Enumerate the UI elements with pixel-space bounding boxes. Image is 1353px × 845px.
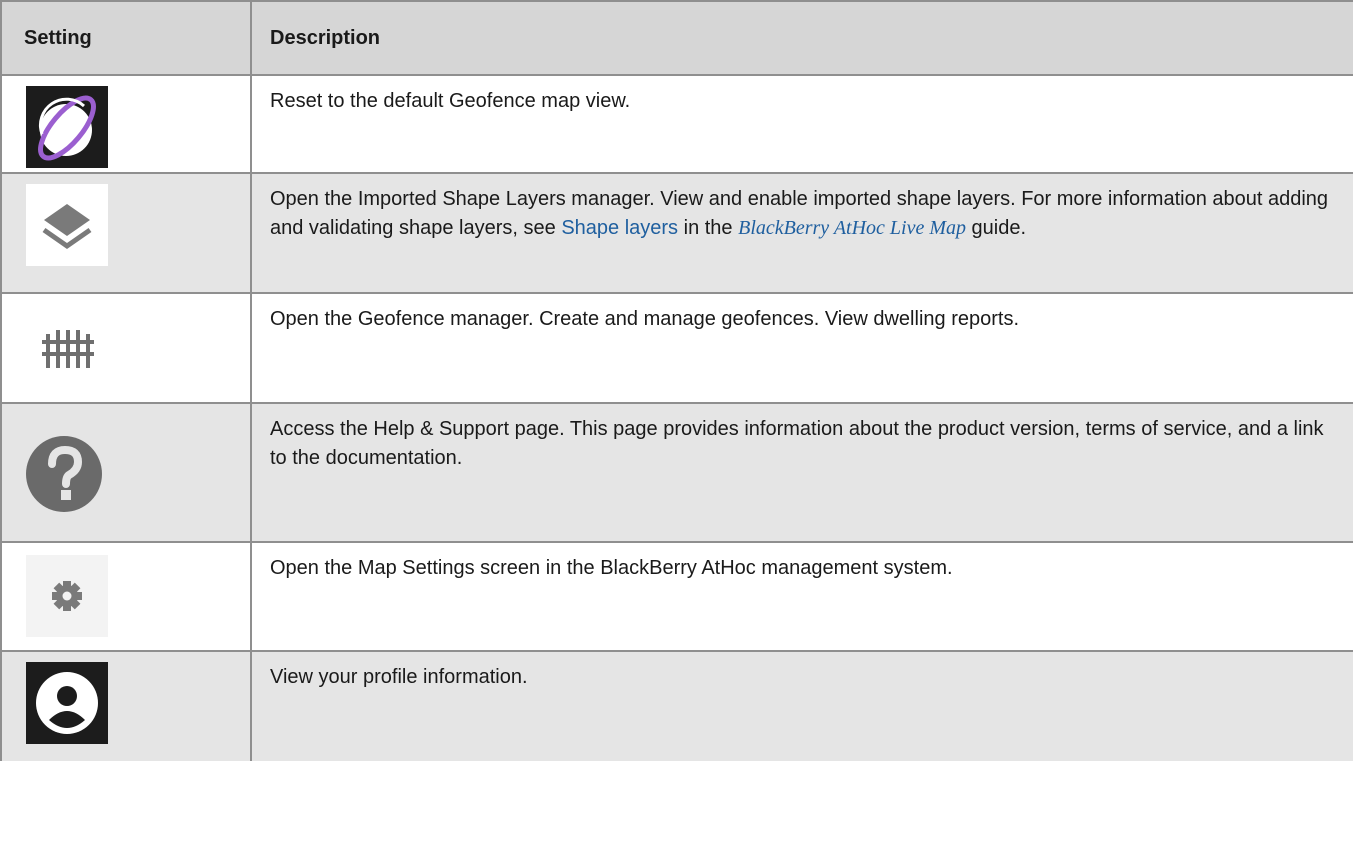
description-cell: Reset to the default Geofence map view. <box>250 75 1353 173</box>
row-description: Reset to the default Geofence map view. <box>270 90 631 112</box>
row-description: View your profile information. <box>270 666 528 688</box>
shape-layers-link[interactable]: Shape layers <box>561 217 678 239</box>
layers-icon <box>26 184 108 266</box>
profile-icon <box>26 662 108 744</box>
setting-cell <box>0 292 252 403</box>
setting-cell <box>0 541 252 651</box>
setting-cell <box>0 75 252 173</box>
description-cell: Access the Help & Support page. This pag… <box>250 402 1353 542</box>
row-description: Open the Map Settings screen in the Blac… <box>270 557 953 579</box>
description-cell: Open the Imported Shape Layers manager. … <box>250 172 1353 293</box>
setting-cell <box>0 650 252 761</box>
fence-icon <box>42 330 94 368</box>
row-description: Open the Geofence manager. Create and ma… <box>270 308 1019 330</box>
table-header-row: Setting Description <box>0 0 1353 76</box>
table-row: Open the Geofence manager. Create and ma… <box>0 292 1353 403</box>
table-row: Access the Help & Support page. This pag… <box>0 402 1353 542</box>
description-cell: View your profile information. <box>250 650 1353 761</box>
setting-column-header: Setting <box>0 0 252 76</box>
gear-icon <box>26 555 108 637</box>
table-row: Open the Map Settings screen in the Blac… <box>0 541 1353 651</box>
help-icon <box>26 436 102 512</box>
setting-cell <box>0 172 252 293</box>
globe-reset-icon <box>26 86 108 168</box>
description-cell: Open the Geofence manager. Create and ma… <box>250 292 1353 403</box>
table-row: Reset to the default Geofence map view. <box>0 75 1353 173</box>
table-row: View your profile information. <box>0 650 1353 761</box>
settings-table: Setting Description Reset to the default… <box>0 0 1353 761</box>
live-map-guide-link[interactable]: BlackBerry AtHoc Live Map <box>738 217 966 239</box>
description-column-header: Description <box>250 0 1353 76</box>
row-description-end: guide. <box>966 217 1027 239</box>
description-cell: Open the Map Settings screen in the Blac… <box>250 541 1353 651</box>
row-description: Access the Help & Support page. This pag… <box>270 418 1324 469</box>
row-description-middle: in the <box>678 217 739 239</box>
setting-cell <box>0 402 252 542</box>
table-row: Open the Imported Shape Layers manager. … <box>0 172 1353 293</box>
